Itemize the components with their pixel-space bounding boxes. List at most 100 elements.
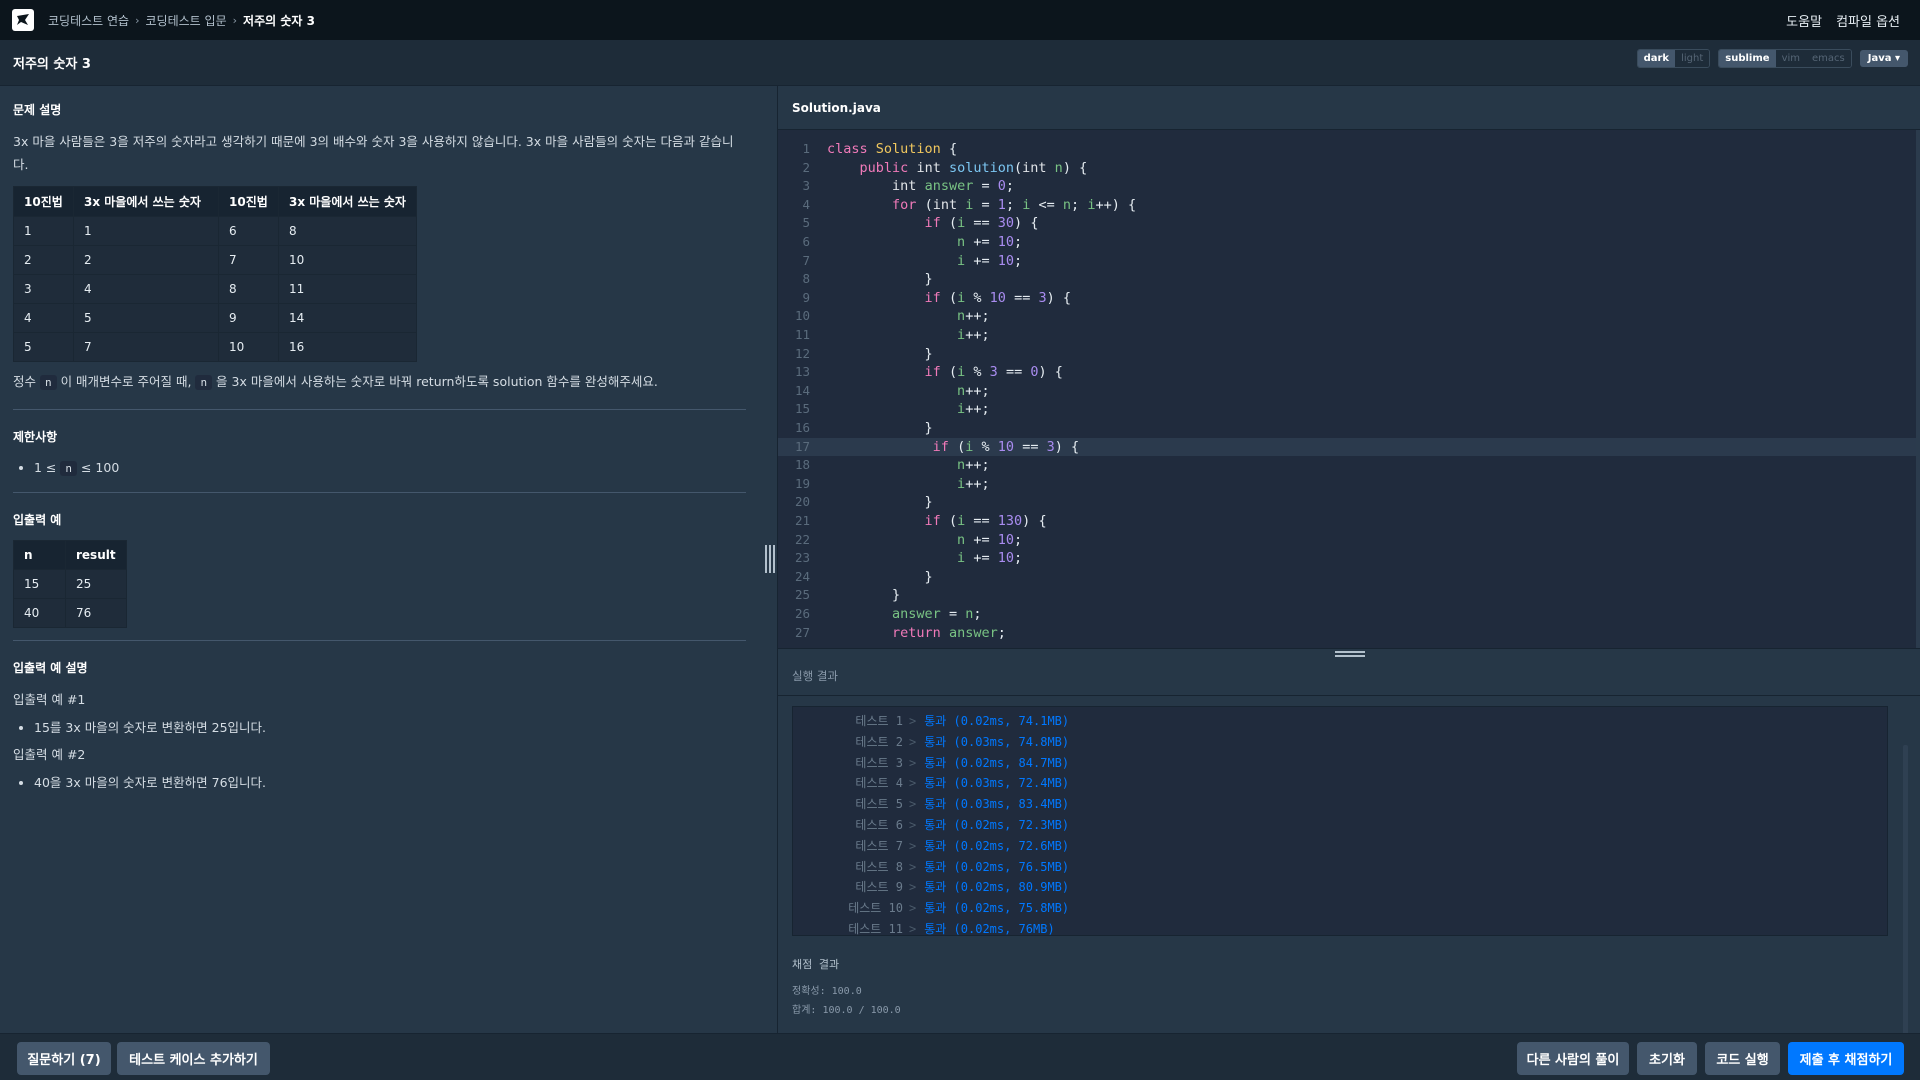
code-line[interactable]: 10 n++; bbox=[778, 307, 1916, 326]
code-line[interactable]: 16 } bbox=[778, 419, 1916, 438]
io-desc-list: 40을 3x 마을의 숫자로 변환하면 76입니다. bbox=[34, 772, 746, 794]
table-header: n bbox=[13, 540, 66, 570]
submit-button[interactable]: 제출 후 채점하기 bbox=[1788, 1042, 1904, 1075]
line-number: 10 bbox=[794, 308, 810, 324]
line-number: 26 bbox=[794, 606, 810, 621]
table-cell: 7 bbox=[73, 332, 219, 362]
constraint-text: ≤ 100 bbox=[77, 460, 120, 475]
table-cell: 6 bbox=[218, 216, 279, 246]
section-divider bbox=[13, 409, 746, 410]
code-line[interactable]: 6 n += 10; bbox=[778, 233, 1916, 252]
add-testcase-button[interactable]: 테스트 케이스 추가하기 bbox=[117, 1042, 270, 1075]
code-line[interactable]: 23 i += 10; bbox=[778, 549, 1916, 568]
others-solutions-button[interactable]: 다른 사람의 풀이 bbox=[1517, 1042, 1629, 1075]
code-line[interactable]: 2 public int solution(int n) { bbox=[778, 159, 1916, 178]
breadcrumb-item[interactable]: 코딩테스트 입문 bbox=[146, 12, 227, 29]
code-line[interactable]: 4 for (int i = 1; i <= n; i++) { bbox=[778, 196, 1916, 215]
code-line[interactable]: 13 if (i % 3 == 0) { bbox=[778, 363, 1916, 382]
io-desc-item: 15를 3x 마을의 숫자로 변환하면 25입니다. bbox=[34, 717, 746, 739]
code-line[interactable]: 20 } bbox=[778, 493, 1916, 512]
line-number: 9 bbox=[802, 289, 810, 305]
test-result-row: 테스트 5 > 통과 (0.03ms, 83.4MB) bbox=[793, 794, 1887, 815]
test-pass-text: 통과 (0.02ms, 72.3MB) bbox=[924, 817, 1070, 832]
results-scrollbar[interactable] bbox=[1903, 745, 1908, 1035]
test-pass-text: 통과 (0.02ms, 72.6MB) bbox=[924, 838, 1070, 853]
horizontal-resize-handle[interactable] bbox=[778, 648, 1920, 662]
line-number: 20 bbox=[794, 494, 810, 510]
test-label: 테스트 3 bbox=[855, 755, 903, 770]
line-number: 14 bbox=[794, 382, 810, 398]
code-line[interactable]: 11 i++; bbox=[778, 326, 1916, 345]
chevron-right-icon: > bbox=[909, 734, 917, 749]
table-header: 10진법 bbox=[218, 186, 279, 217]
language-select[interactable]: Java ▾ bbox=[1859, 50, 1908, 67]
table-cell: 3 bbox=[13, 274, 74, 304]
question-button[interactable]: 질문하기 (7) bbox=[17, 1042, 111, 1075]
theme-light-button[interactable]: light bbox=[1675, 50, 1710, 67]
top-nav: 코딩테스트 연습 › 코딩테스트 입문 › 저주의 숫자 3 도움말 컴파일 옵… bbox=[0, 0, 1920, 40]
code-line[interactable]: 18 n++; bbox=[778, 456, 1916, 475]
help-link[interactable]: 도움말 bbox=[1786, 11, 1822, 30]
code-line[interactable]: 21 if (i == 130) { bbox=[778, 512, 1916, 531]
breadcrumb-item[interactable]: 코딩테스트 연습 bbox=[48, 12, 129, 29]
test-pass-text: 통과 (0.02ms, 75.8MB) bbox=[924, 901, 1070, 916]
code-line[interactable]: 27 return answer; bbox=[778, 624, 1916, 643]
test-pass-text: 통과 (0.02ms, 74.1MB) bbox=[924, 714, 1070, 728]
test-result-row: 테스트 6 > 통과 (0.02ms, 72.3MB) bbox=[793, 815, 1887, 836]
description-title: 문제 설명 bbox=[13, 103, 62, 117]
vertical-resize-handle[interactable] bbox=[765, 545, 775, 573]
test-result-row: 테스트 11 > 통과 (0.02ms, 76MB) bbox=[793, 919, 1887, 940]
test-pass-text: 통과 (0.02ms, 84.7MB) bbox=[924, 755, 1070, 770]
code-line[interactable]: 1 class Solution { bbox=[778, 140, 1916, 159]
keymap-vim-button[interactable]: vim bbox=[1775, 50, 1806, 67]
table-row: 3 4 8 11 bbox=[13, 274, 417, 304]
code-line[interactable]: 25 } bbox=[778, 586, 1916, 605]
keymap-emacs-button[interactable]: emacs bbox=[1806, 50, 1851, 67]
reset-button[interactable]: 초기화 bbox=[1637, 1042, 1697, 1075]
accuracy-text: 정확성: 100.0 bbox=[792, 986, 862, 997]
table-cell: 10 bbox=[278, 245, 417, 275]
code-line[interactable]: 26 answer = n; bbox=[778, 605, 1916, 624]
test-label: 테스트 5 bbox=[855, 797, 903, 812]
theme-dark-button[interactable]: dark bbox=[1637, 50, 1676, 67]
code-line[interactable]: 14 n++; bbox=[778, 382, 1916, 401]
io-desc-title: 입출력 예 설명 bbox=[13, 661, 88, 675]
logo-icon[interactable] bbox=[12, 9, 34, 31]
code-line[interactable]: 7 i += 10; bbox=[778, 252, 1916, 271]
code-editor[interactable]: 1 class Solution {2 public int solution(i… bbox=[778, 130, 1920, 648]
io-desc-subtitle: 입출력 예 #2 bbox=[13, 747, 86, 762]
constraints-list: 1 ≤ n ≤ 100 bbox=[34, 457, 746, 480]
run-code-button[interactable]: 코드 실행 bbox=[1705, 1042, 1780, 1075]
io-desc-subtitle: 입출력 예 #1 bbox=[13, 692, 86, 707]
code-line[interactable]: 8 } bbox=[778, 270, 1916, 289]
table-cell: 14 bbox=[278, 303, 417, 333]
test-pass-text: 통과 (0.02ms, 76MB) bbox=[924, 921, 1055, 936]
test-label: 테스트 10 bbox=[848, 901, 903, 916]
code-line[interactable]: 3 int answer = 0; bbox=[778, 177, 1916, 196]
task-text-part: 이 매개변수로 주어질 때, bbox=[56, 374, 196, 389]
code-line[interactable]: 15 i++; bbox=[778, 400, 1916, 419]
line-number: 12 bbox=[794, 345, 810, 361]
keymap-sublime-button[interactable]: sublime bbox=[1719, 50, 1776, 67]
code-line[interactable]: 5 if (i == 30) { bbox=[778, 214, 1916, 233]
test-pass-text: 통과 (0.03ms, 74.8MB) bbox=[924, 734, 1070, 749]
test-result-row: 테스트 9 > 통과 (0.02ms, 80.9MB) bbox=[793, 877, 1887, 898]
test-label: 테스트 4 bbox=[855, 776, 903, 791]
line-number: 15 bbox=[794, 401, 810, 417]
code-line[interactable]: 19 i++; bbox=[778, 475, 1916, 494]
chevron-right-icon: > bbox=[909, 901, 917, 916]
inline-code: n bbox=[39, 375, 57, 390]
table-header: 3x 마을에서 쓰는 숫자 bbox=[73, 186, 219, 217]
chevron-right-icon: > bbox=[909, 817, 917, 832]
table-cell: 5 bbox=[73, 303, 219, 333]
chevron-right-icon: › bbox=[135, 13, 140, 27]
code-line[interactable]: 24 } bbox=[778, 568, 1916, 587]
code-line[interactable]: 17 if (i % 10 == 3) { bbox=[778, 437, 1916, 457]
io-desc-list: 15를 3x 마을의 숫자로 변환하면 25입니다. bbox=[34, 717, 746, 739]
code-line[interactable]: 22 n += 10; bbox=[778, 531, 1916, 550]
line-number: 4 bbox=[802, 196, 810, 212]
code-line[interactable]: 12 } bbox=[778, 345, 1916, 364]
editor-scrollbar[interactable] bbox=[1916, 130, 1920, 648]
compile-options-link[interactable]: 컴파일 옵션 bbox=[1836, 11, 1900, 30]
code-line[interactable]: 9 if (i % 10 == 3) { bbox=[778, 289, 1916, 308]
